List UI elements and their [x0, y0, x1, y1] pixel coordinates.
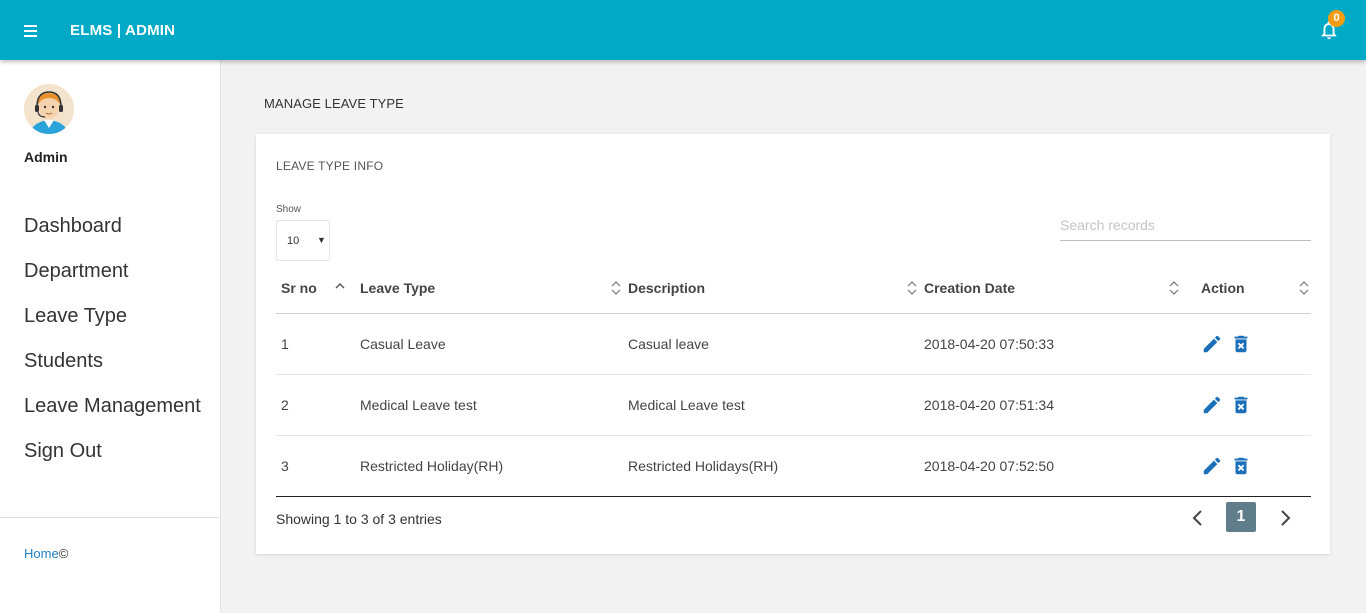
cell-sr-no: 2: [276, 374, 340, 436]
edit-icon[interactable]: [1201, 394, 1223, 416]
cell-leave-type: Medical Leave test: [340, 374, 623, 436]
page-title: MANAGE LEAVE TYPE: [264, 96, 404, 111]
cell-creation-date: 2018-04-20 07:51:34: [919, 374, 1181, 436]
sort-icon: [611, 281, 621, 295]
chevron-right-icon[interactable]: [1275, 507, 1295, 529]
sidebar-item-dashboard[interactable]: Dashboard: [24, 214, 201, 259]
sidebar-item-leave-type[interactable]: Leave Type: [24, 304, 201, 349]
table-info: Showing 1 to 3 of 3 entries: [276, 511, 442, 527]
cell-sr-no: 1: [276, 313, 340, 375]
copyright-symbol: ©: [58, 546, 69, 561]
cell-description: Restricted Holidays(RH): [623, 435, 919, 497]
dropdown-caret-icon: ▼: [317, 235, 326, 245]
column-header-creation-date[interactable]: Creation Date: [919, 264, 1181, 314]
pagination-page-1[interactable]: 1: [1226, 502, 1256, 532]
sidebar-nav: Dashboard Department Leave Type Students…: [24, 214, 201, 484]
cell-leave-type: Restricted Holiday(RH): [340, 435, 623, 497]
table-row: 2 Medical Leave test Medical Leave test …: [276, 374, 1311, 436]
delete-icon[interactable]: [1230, 333, 1252, 355]
home-link-text[interactable]: Home: [24, 546, 59, 561]
card-title: LEAVE TYPE INFO: [276, 159, 384, 173]
sidebar-item-department[interactable]: Department: [24, 259, 201, 304]
cell-creation-date: 2018-04-20 07:50:33: [919, 313, 1181, 375]
cell-creation-date: 2018-04-20 07:52:50: [919, 435, 1181, 497]
footer-home-link[interactable]: Home©: [24, 546, 68, 561]
column-label: Leave Type: [360, 280, 436, 297]
sidebar-item-sign-out[interactable]: Sign Out: [24, 439, 201, 484]
leave-type-card: LEAVE TYPE INFO Show 10 ▼ Sr no Leave Ty…: [256, 134, 1330, 554]
column-label: Action: [1201, 280, 1245, 297]
search-input[interactable]: [1060, 210, 1311, 241]
page-length-value: 10: [287, 235, 300, 247]
edit-icon[interactable]: [1201, 333, 1223, 355]
page-length-select[interactable]: 10 ▼: [276, 220, 330, 261]
column-label: Description: [628, 280, 706, 297]
table-row: 3 Restricted Holiday(RH) Restricted Holi…: [276, 435, 1311, 497]
sidebar-divider: [0, 517, 220, 518]
table-row: 1 Casual Leave Casual leave 2018-04-20 0…: [276, 313, 1311, 375]
leave-type-table: Sr no Leave Type Description Creation Da…: [276, 264, 1311, 497]
cell-actions: [1181, 313, 1311, 375]
cell-leave-type: Casual Leave: [340, 313, 623, 375]
column-header-action[interactable]: Action: [1181, 264, 1311, 314]
delete-icon[interactable]: [1230, 455, 1252, 477]
column-header-description[interactable]: Description: [623, 264, 919, 314]
column-label: Creation Date: [924, 280, 1016, 297]
notification-badge: 0: [1328, 10, 1345, 27]
sort-icon: [1169, 281, 1179, 295]
edit-icon[interactable]: [1201, 455, 1223, 477]
table-header-row: Sr no Leave Type Description Creation Da…: [276, 264, 1311, 314]
cell-actions: [1181, 435, 1311, 497]
sidebar-item-leave-management[interactable]: Leave Management: [24, 394, 201, 439]
sidebar-item-students[interactable]: Students: [24, 349, 201, 394]
sidebar: Admin Dashboard Department Leave Type St…: [0, 60, 221, 613]
cell-description: Casual leave: [623, 313, 919, 375]
delete-icon[interactable]: [1230, 394, 1252, 416]
admin-name: Admin: [24, 149, 68, 165]
cell-description: Medical Leave test: [623, 374, 919, 436]
app-brand: ELMS | ADMIN: [70, 22, 176, 39]
column-label: Sr no: [281, 280, 317, 297]
hamburger-menu-icon[interactable]: [24, 21, 40, 39]
admin-avatar: [24, 84, 74, 134]
sort-icon: [907, 281, 917, 295]
column-header-leave-type[interactable]: Leave Type: [340, 264, 623, 314]
column-header-sr-no[interactable]: Sr no: [276, 264, 345, 314]
top-bar: ELMS | ADMIN 0: [0, 0, 1366, 60]
sort-icon: [1299, 281, 1309, 295]
chevron-left-icon[interactable]: [1188, 507, 1208, 529]
cell-actions: [1181, 374, 1311, 436]
show-entries-label: Show: [276, 204, 302, 215]
cell-sr-no: 3: [276, 435, 340, 497]
